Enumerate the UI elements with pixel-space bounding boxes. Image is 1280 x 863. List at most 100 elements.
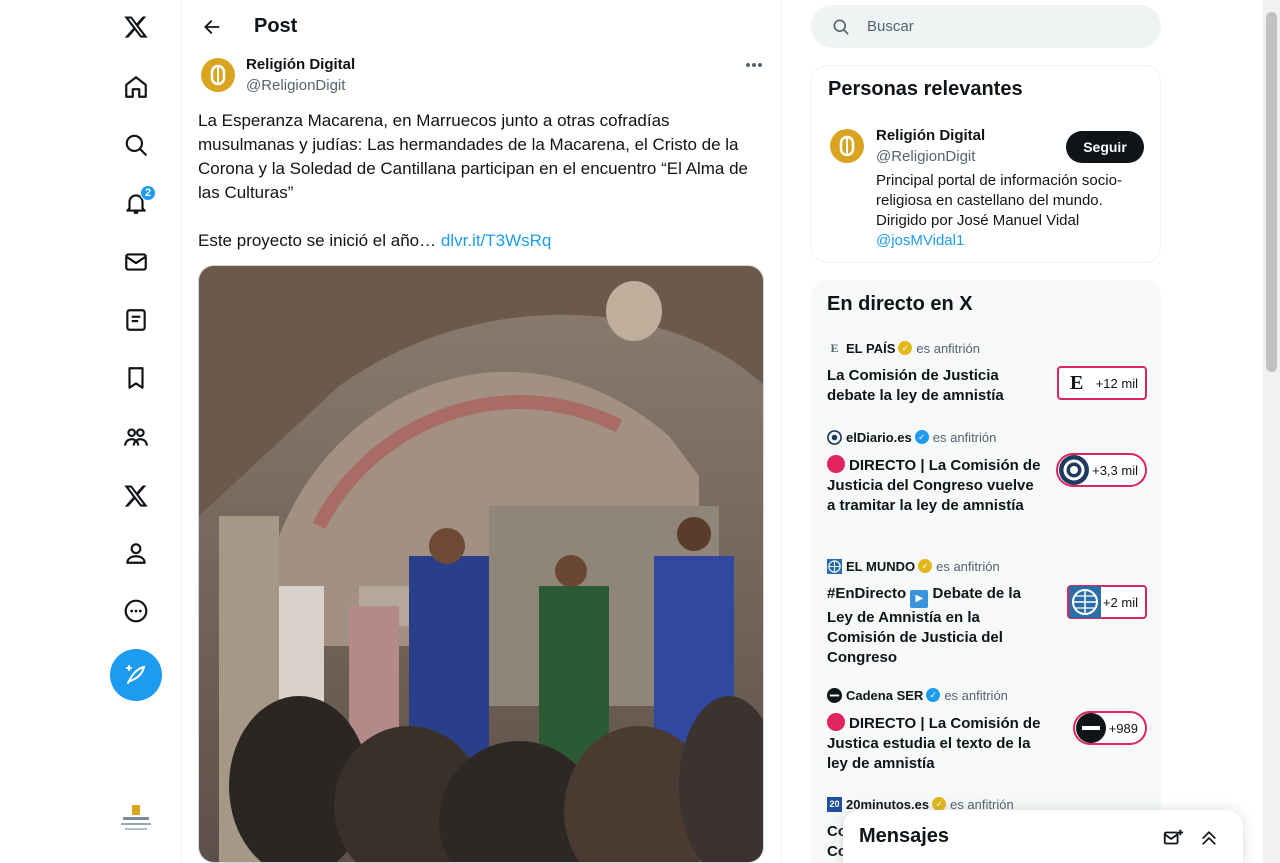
listeners-value: +3,3 mil bbox=[1092, 462, 1138, 478]
ellipsis-icon bbox=[746, 63, 762, 67]
elpais-logo-icon: E bbox=[1070, 371, 1084, 394]
scrollbar-thumb[interactable] bbox=[1266, 12, 1277, 372]
expand-drawer-button[interactable] bbox=[1195, 824, 1223, 852]
page-scrollbar[interactable] bbox=[1263, 0, 1280, 863]
post-header: Post bbox=[181, 0, 780, 53]
relevant-bio-text: Principal portal de información socio-re… bbox=[876, 172, 1122, 229]
messages-drawer[interactable]: Mensajes bbox=[843, 810, 1243, 863]
author-name[interactable]: Religión Digital bbox=[246, 56, 355, 73]
messages-icon[interactable] bbox=[118, 244, 154, 280]
verified-badge-icon: ✓ bbox=[898, 341, 913, 355]
new-message-button[interactable] bbox=[1159, 824, 1187, 852]
relevant-name[interactable]: Religión Digital bbox=[876, 127, 985, 144]
relevant-handle[interactable]: @ReligionDigit bbox=[876, 148, 975, 165]
back-button[interactable] bbox=[195, 10, 229, 44]
listeners-value: +2 mil bbox=[1102, 594, 1138, 610]
cadenaser-logo-icon bbox=[827, 687, 842, 703]
post-link[interactable]: dlvr.it/T3WsRq bbox=[441, 231, 552, 250]
premium-x-icon[interactable] bbox=[118, 478, 154, 514]
verified-badge-icon: ✓ bbox=[914, 430, 929, 444]
host-role: es anfitrión bbox=[936, 558, 1000, 574]
listeners-count: E +12 mil bbox=[1056, 366, 1147, 400]
live-host: elDiario.es ✓ es anfitrión bbox=[827, 428, 1147, 446]
elmundo-logo-icon bbox=[1068, 586, 1101, 618]
host-role: es anfitrión bbox=[916, 340, 980, 356]
host-role: es anfitrión bbox=[932, 429, 997, 445]
post-text: La Esperanza Macarena, en Marruecos junt… bbox=[198, 109, 768, 277]
listeners-value: +12 mil bbox=[1095, 375, 1138, 391]
profile-icon[interactable] bbox=[118, 535, 154, 571]
live-item-title-text: DIRECTO | La Comisión de Justicia del Co… bbox=[827, 457, 1041, 514]
live-on-x-card: En directo en X E EL PAÍS ✓ es anfitrión… bbox=[811, 280, 1161, 863]
host-name: EL MUNDO bbox=[846, 558, 916, 574]
host-name: elDiario.es bbox=[846, 429, 912, 445]
20minutos-logo-icon: 20 bbox=[827, 796, 842, 812]
search-icon bbox=[833, 19, 849, 35]
chevron-double-up-icon bbox=[1202, 831, 1216, 845]
communities-icon[interactable] bbox=[118, 419, 154, 455]
relevant-people-card: Personas relevantes Religión Digital @Re… bbox=[811, 65, 1161, 263]
author-handle[interactable]: @ReligionDigit bbox=[246, 77, 345, 94]
live-red-dot-icon bbox=[827, 713, 845, 731]
compose-post-button[interactable] bbox=[110, 649, 162, 701]
live-red-dot-icon bbox=[827, 455, 845, 473]
live-host: Cadena SER ✓ es anfitrión bbox=[827, 686, 1147, 704]
new-message-icon bbox=[1163, 829, 1184, 845]
live-item[interactable]: Cadena SER ✓ es anfitrión DIRECTO | La C… bbox=[827, 686, 1147, 776]
post-paragraph: Este proyecto se inició el año… dlvr.it/… bbox=[198, 229, 768, 253]
account-avatar[interactable] bbox=[115, 800, 157, 836]
more-options-button[interactable] bbox=[741, 54, 767, 76]
live-title: En directo en X bbox=[827, 293, 973, 315]
notifications-icon[interactable]: 2 bbox=[118, 185, 156, 221]
verified-badge-icon: ✓ bbox=[926, 688, 941, 702]
page-title: Post bbox=[254, 15, 298, 37]
relevant-avatar[interactable] bbox=[830, 129, 864, 163]
elpais-logo-icon: E bbox=[830, 340, 839, 355]
arrow-left-icon bbox=[204, 20, 220, 34]
author-avatar[interactable] bbox=[201, 58, 235, 92]
live-item-hashtag: #EnDirecto bbox=[827, 585, 907, 602]
listeners-count: +989 bbox=[1072, 711, 1147, 745]
notification-count-badge: 2 bbox=[140, 185, 156, 201]
elmundo-logo-icon bbox=[827, 558, 842, 574]
explore-icon[interactable] bbox=[118, 127, 154, 163]
post-image[interactable] bbox=[198, 265, 764, 863]
listeners-value: +989 bbox=[1108, 720, 1138, 736]
more-icon[interactable] bbox=[118, 593, 154, 629]
relevant-bio: Principal portal de información socio-re… bbox=[876, 171, 1146, 251]
relevant-bio-link[interactable]: @josMVidal1 bbox=[876, 232, 964, 249]
cadenaser-logo-icon bbox=[1075, 712, 1107, 744]
relevant-people-title: Personas relevantes bbox=[828, 78, 1023, 100]
verified-badge-icon: ✓ bbox=[918, 559, 933, 573]
eldiario-logo-icon bbox=[1058, 454, 1090, 486]
listeners-count: +3,3 mil bbox=[1056, 453, 1147, 487]
search-input[interactable] bbox=[867, 5, 1147, 48]
live-item-title: DIRECTO | La Comisión de Justicia del Co… bbox=[827, 455, 1042, 516]
live-host: E EL PAÍS ✓ es anfitrión bbox=[827, 339, 1147, 357]
live-host: EL MUNDO ✓ es anfitrión bbox=[827, 557, 1147, 575]
live-item-title: La Comisión de Justicia debate la ley de… bbox=[827, 367, 1004, 404]
live-item[interactable]: EL MUNDO ✓ es anfitrión #EnDirecto ▶ Deb… bbox=[827, 557, 1147, 667]
messages-title: Mensajes bbox=[859, 825, 950, 847]
host-name: Cadena SER bbox=[846, 687, 924, 703]
post-text-prefix: Este proyecto se inició el año… bbox=[198, 231, 441, 250]
host-role: es anfitrión bbox=[944, 687, 1008, 703]
live-item-title: DIRECTO | La Comisión de Justica estudia… bbox=[827, 713, 1042, 774]
home-icon[interactable] bbox=[118, 69, 154, 105]
play-icon: ▶ bbox=[910, 590, 929, 608]
live-item-title-text: DIRECTO | La Comisión de Justica estudia… bbox=[827, 715, 1041, 772]
main-column: Post Religión Digital @ReligionDigit La … bbox=[181, 0, 781, 863]
listeners-count: +2 mil bbox=[1066, 585, 1147, 619]
eldiario-logo-icon bbox=[827, 429, 842, 445]
compose-feather-icon bbox=[126, 665, 146, 684]
post-paragraph: La Esperanza Macarena, en Marruecos junt… bbox=[198, 111, 749, 202]
follow-button[interactable]: Seguir bbox=[1066, 131, 1144, 163]
lists-icon[interactable] bbox=[118, 302, 154, 338]
x-logo-icon[interactable] bbox=[118, 9, 154, 45]
left-navigation: 2 bbox=[0, 0, 181, 863]
search-box[interactable] bbox=[811, 5, 1161, 48]
live-item-title: #EnDirecto ▶ Debate de la Ley de Amnistí… bbox=[827, 584, 1042, 668]
live-item[interactable]: E EL PAÍS ✓ es anfitrión La Comisión de … bbox=[827, 339, 1147, 409]
bookmarks-icon[interactable] bbox=[118, 360, 154, 396]
live-item[interactable]: elDiario.es ✓ es anfitrión DIRECTO | La … bbox=[827, 428, 1147, 538]
